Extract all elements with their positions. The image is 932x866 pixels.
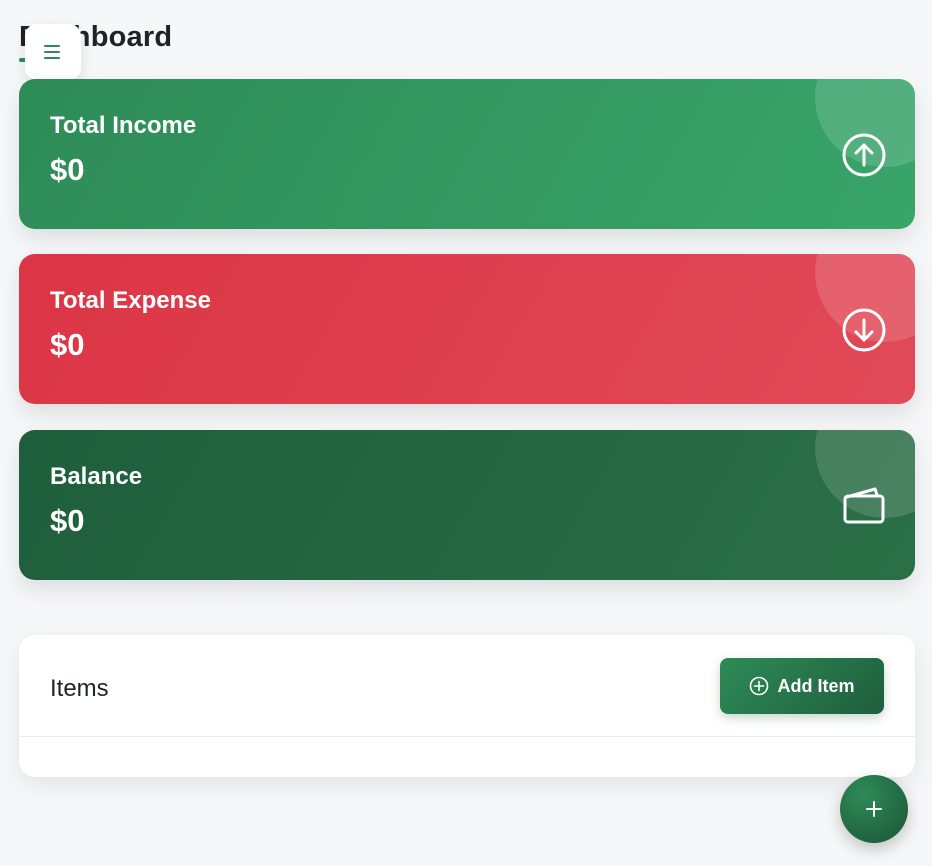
balance-card: Balance $0 xyxy=(19,430,915,580)
add-item-button[interactable]: Add Item xyxy=(720,658,884,714)
menu-toggle-button[interactable] xyxy=(25,24,81,80)
arrow-down-circle-icon xyxy=(842,308,886,352)
total-income-label: Total Income xyxy=(50,112,197,139)
plus-circle-icon xyxy=(750,676,769,696)
plus-icon xyxy=(866,801,882,817)
total-expense-label: Total Expense xyxy=(50,287,211,314)
hamburger-menu-icon xyxy=(44,45,60,59)
items-title: Items xyxy=(50,675,109,702)
balance-label: Balance xyxy=(50,463,143,490)
wallet-icon xyxy=(843,487,885,524)
items-panel: Items Add Item xyxy=(19,635,915,777)
arrow-up-circle-icon xyxy=(842,133,886,177)
balance-value: $0 xyxy=(50,503,85,538)
total-expense-value: $0 xyxy=(50,327,85,362)
dashboard-page: Dashboard Total Income $0 Total Expense … xyxy=(0,0,932,866)
floating-add-button[interactable] xyxy=(840,775,908,843)
items-divider xyxy=(19,736,915,737)
total-income-card: Total Income $0 xyxy=(19,79,915,229)
total-income-value: $0 xyxy=(50,152,85,187)
add-item-label: Add Item xyxy=(777,675,855,696)
total-expense-card: Total Expense $0 xyxy=(19,254,915,404)
